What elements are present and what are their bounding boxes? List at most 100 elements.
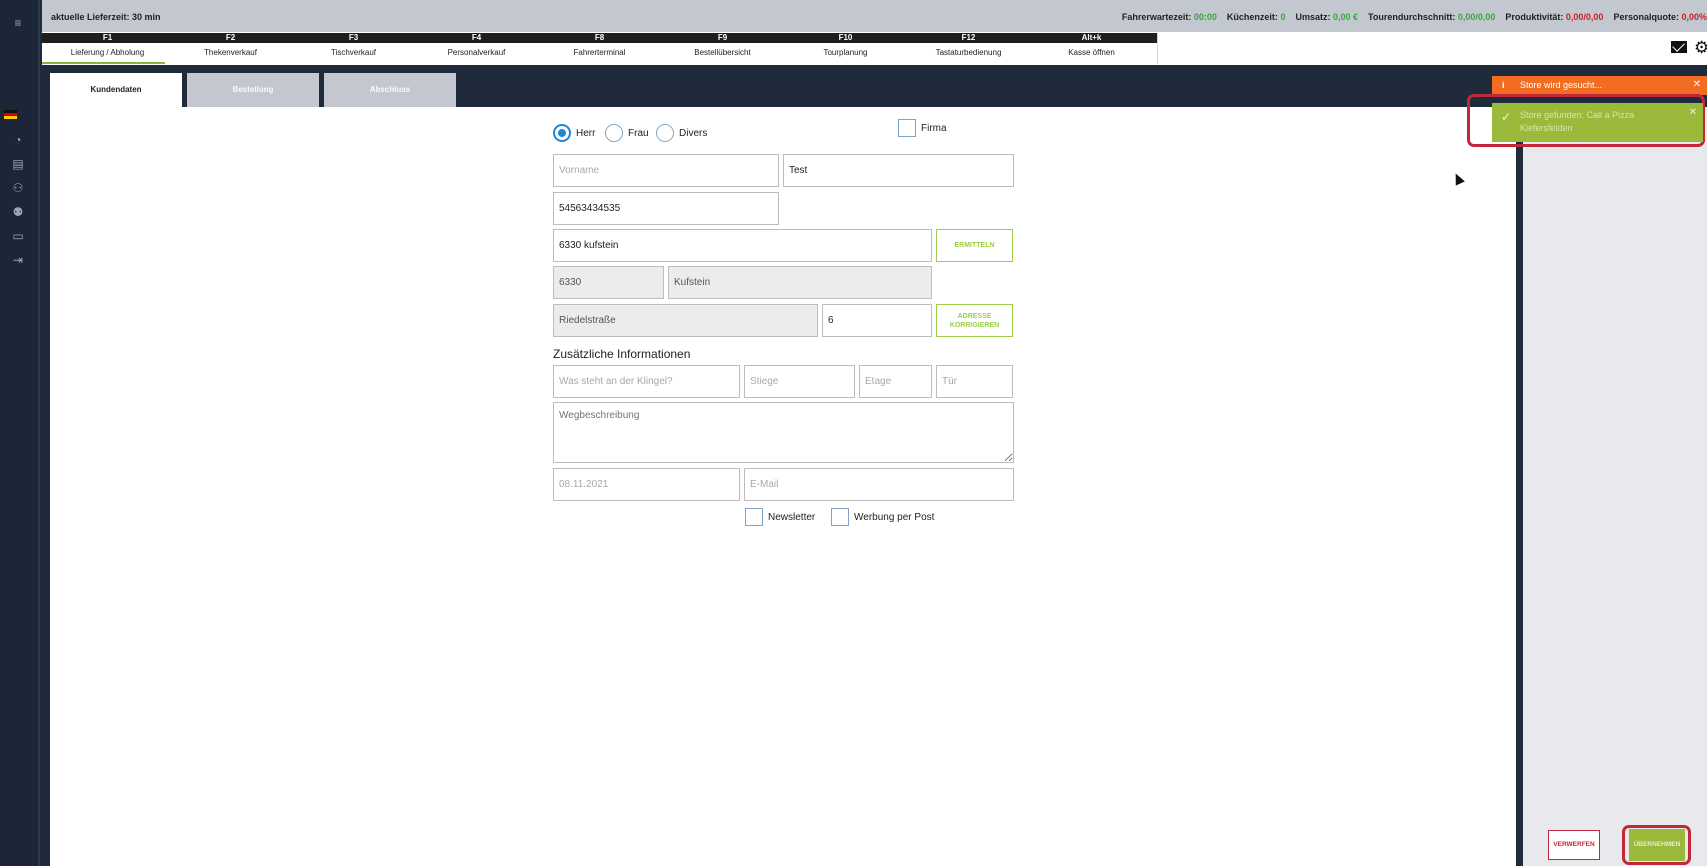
stat-item: Küchenzeit: 0 (1227, 12, 1286, 22)
stat-label: Personalquote: (1613, 12, 1682, 22)
stat-label: Küchenzeit: (1226, 12, 1281, 22)
fkey-shortcut: F12 (903, 33, 1034, 43)
toast-store-found-text: Store gefunden: Call a Pizza Kiefersfeld… (1520, 110, 1635, 133)
fkey-shortcut: F3 (288, 33, 419, 43)
fkey-shortcut: F2 (165, 33, 296, 43)
stat-item: Personalquote: 0,00% (1613, 12, 1707, 22)
etage-input[interactable]: Etage (859, 365, 932, 398)
stat-label: Fahrerwartezeit: (1121, 12, 1194, 22)
radio-divers[interactable] (656, 124, 674, 142)
fkey-label: Fahrerterminal (573, 48, 626, 57)
wegbeschreibung-textarea[interactable] (553, 402, 1014, 463)
radio-frau[interactable] (605, 124, 623, 142)
monitor-icon[interactable]: ▭ (0, 225, 36, 247)
email-input[interactable]: E-Mail (744, 468, 1014, 501)
fkey-alt-k[interactable]: Alt+k Kasse öffnen (1026, 33, 1158, 64)
section-title-zusatz: Zusätzliche Informationen (553, 347, 691, 361)
stat-value: 0,00/0,00 (1565, 12, 1604, 22)
stat-label: Tourendurchschnitt: (1368, 12, 1458, 22)
stat-value: 0,00% (1681, 12, 1707, 22)
logout-icon[interactable]: ⇥ (0, 249, 36, 271)
fkey-label: Tourplanung (823, 48, 868, 57)
toast-searching: i Store wird gesucht... ✕ (1492, 76, 1707, 95)
tuer-input[interactable]: Tür (936, 365, 1013, 398)
fkey-f8[interactable]: F8 Fahrerterminal (534, 33, 666, 64)
newsletter-label: Newsletter (768, 512, 816, 523)
radio-frau-label: Frau (628, 128, 649, 139)
strasse-field: Riedelstraße (553, 304, 818, 337)
fkey-label: Thekenverkauf (204, 48, 257, 57)
fkey-shortcut: F4 (411, 33, 542, 43)
fkey-label: Tastaturbedienung (935, 48, 1002, 57)
telefon-input[interactable]: 54563434535 (553, 192, 779, 225)
tab-bestellung[interactable]: Bestellung (187, 73, 319, 107)
gear-icon[interactable]: ⚙ (1694, 38, 1707, 58)
nachname-input[interactable]: Test (783, 154, 1014, 187)
werbung-checkbox[interactable] (831, 508, 849, 526)
fkey-f2[interactable]: F2 Thekenverkauf (165, 33, 297, 64)
info-icon: i (1502, 80, 1505, 90)
fkey-label: Kasse öffnen (1068, 48, 1115, 57)
left-sidebar: ≡ ◔ ▤ ⚇ ⚉ ▭ ⇥ (0, 0, 40, 866)
german-flag-icon[interactable] (4, 110, 17, 119)
verwerfen-button[interactable]: VERWERFEN (1548, 830, 1600, 860)
hausnummer-input[interactable]: 6 (822, 304, 932, 337)
stat-value: 0,00/0,00 (1457, 12, 1496, 22)
stat-item: Fahrerwartezeit: 00:00 (1122, 12, 1217, 22)
stat-value: 00:00 (1193, 12, 1217, 22)
firma-checkbox[interactable] (898, 119, 916, 137)
geburtsdatum-input[interactable]: 08.11.2021 (553, 468, 740, 501)
stat-label: Umsatz: (1295, 12, 1333, 22)
fkey-shortcut: F1 (42, 33, 173, 43)
fkey-shortcut: F9 (657, 33, 788, 43)
store-icon[interactable]: ▤ (0, 153, 36, 175)
firma-label: Firma (921, 123, 947, 134)
fkey-f1[interactable]: F1 Lieferung / Abholung (42, 33, 174, 64)
mail-icon[interactable] (1671, 41, 1687, 53)
fkey-label: Bestellübersicht (694, 48, 751, 57)
fkey-f10[interactable]: F10 Tourplanung (780, 33, 912, 64)
vorname-input[interactable]: Vorname (553, 154, 779, 187)
fkey-f9[interactable]: F9 Bestellübersicht (657, 33, 789, 64)
tab-abschluss[interactable]: Abschluss (324, 73, 456, 107)
ort-field: Kufstein (668, 266, 932, 299)
stiege-input[interactable]: Stiege (744, 365, 855, 398)
fkey-label: Tischverkauf (330, 48, 377, 57)
werbung-label: Werbung per Post (854, 512, 935, 523)
radio-herr-label: Herr (576, 128, 596, 139)
tab-kundendaten[interactable]: Kundendaten (50, 73, 182, 107)
toast-store-found: ✓ Store gefunden: Call a Pizza Kiefersfe… (1492, 103, 1703, 142)
address-search-input[interactable]: 6330 kufstein (553, 229, 932, 262)
stat-value: 0,00 € (1332, 12, 1358, 22)
klingel-input[interactable]: Was steht an der Klingel? (553, 365, 740, 398)
stat-item: Produktivität: 0,00/0,00 (1505, 12, 1603, 22)
delivery-time: aktuelle Lieferzeit: 30 min (51, 12, 161, 22)
fkey-shortcut: F10 (780, 33, 911, 43)
fkey-shortcut: Alt+k (1026, 33, 1157, 43)
close-icon[interactable]: ✕ (1693, 79, 1701, 90)
ermitteln-button[interactable]: ERMITTELN (936, 229, 1013, 262)
plz-field: 6330 (553, 266, 664, 299)
dashboard-icon[interactable]: ◔ (0, 129, 36, 151)
adresse-korrigieren-button[interactable]: ADRESSE KORRIGIEREN (936, 304, 1013, 337)
menu-icon[interactable]: ≡ (0, 12, 36, 34)
radio-herr[interactable] (553, 124, 571, 142)
radio-divers-label: Divers (679, 128, 708, 139)
close-icon[interactable]: ✕ (1689, 107, 1697, 118)
fkey-f3[interactable]: F3 Tischverkauf (288, 33, 420, 64)
fkey-f4[interactable]: F4 Personalverkauf (411, 33, 543, 64)
uebernehmen-button[interactable]: ÜBERNEHMEN (1629, 829, 1685, 861)
function-key-bar: F1 Lieferung / Abholung F2 Thekenverkauf F3 T… (42, 32, 1707, 65)
staff-icon[interactable]: ⚉ (0, 201, 36, 223)
fkey-label: Lieferung / Abholung (70, 48, 145, 57)
newsletter-checkbox[interactable] (745, 508, 763, 526)
customers-icon[interactable]: ⚇ (0, 177, 36, 199)
right-panel (1523, 107, 1707, 866)
stat-label: Produktivität: (1505, 12, 1566, 22)
stat-item: Tourendurchschnitt: 0,00/0,00 (1368, 12, 1495, 22)
fkey-label: Personalverkauf (447, 48, 506, 57)
fkey-shortcut: F8 (534, 33, 665, 43)
info-bar: aktuelle Lieferzeit: 30 min Fahrerwartez… (42, 0, 1707, 32)
fkey-f12[interactable]: F12 Tastaturbedienung (903, 33, 1035, 64)
stat-item: Umsatz: 0,00 € (1295, 12, 1358, 22)
